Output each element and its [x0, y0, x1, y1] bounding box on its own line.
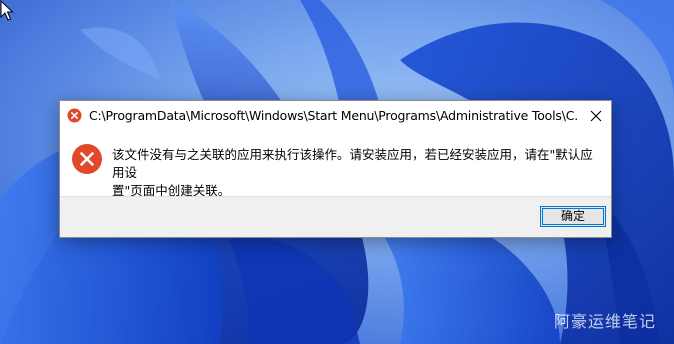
- dialog-titlebar[interactable]: C:\ProgramData\Microsoft\Windows\Start M…: [60, 101, 611, 131]
- mouse-cursor-icon: [0, 0, 14, 21]
- error-icon: [67, 108, 82, 123]
- error-dialog: C:\ProgramData\Microsoft\Windows\Start M…: [59, 100, 612, 238]
- error-message-line: 该文件没有与之关联的应用来执行该操作。请安装应用，若已经安装应用，请在"默认应用…: [112, 147, 593, 180]
- close-button[interactable]: [581, 101, 611, 131]
- dialog-title: C:\ProgramData\Microsoft\Windows\Start M…: [89, 108, 579, 123]
- desktop-wallpaper: 阿豪运维笔记 C:\ProgramData\Microsoft\Windows\…: [0, 0, 674, 344]
- close-icon: [590, 110, 602, 122]
- ok-button[interactable]: 确定: [540, 206, 606, 227]
- error-message: 该文件没有与之关联的应用来执行该操作。请安装应用，若已经安装应用，请在"默认应用…: [112, 146, 602, 200]
- error-icon: [71, 143, 103, 175]
- dialog-body: 该文件没有与之关联的应用来执行该操作。请安装应用，若已经安装应用，请在"默认应用…: [60, 131, 611, 198]
- watermark-text: 阿豪运维笔记: [553, 312, 656, 331]
- dialog-footer: 确定: [60, 196, 611, 237]
